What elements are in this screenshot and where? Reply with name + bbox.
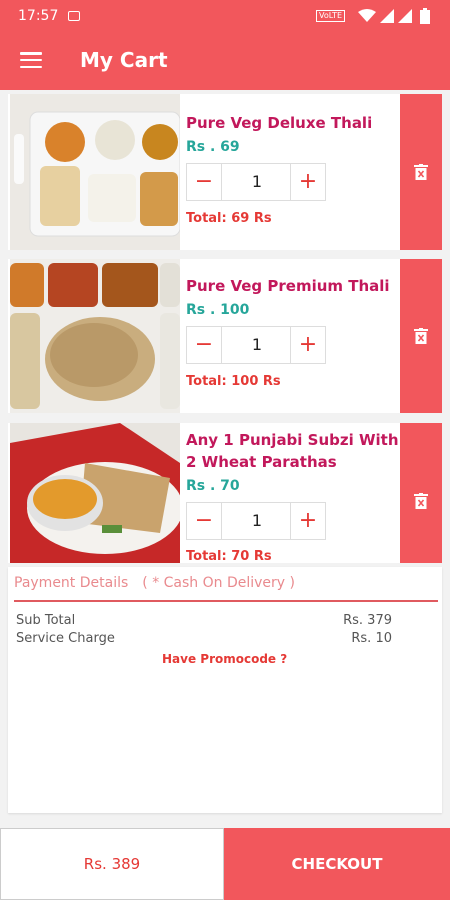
status-bar: 17:57 VoLTE [0,0,450,32]
trash-icon [414,164,428,180]
service-charge-value: Rs. 10 [351,631,392,646]
item-total: Total: 69 Rs [186,211,272,226]
checkout-button[interactable]: CHECKOUT [224,828,450,900]
delete-item-button[interactable] [400,423,442,563]
payment-mode-label: ( * Cash On Delivery ) [142,575,295,591]
menu-icon[interactable] [20,52,42,70]
bottom-bar: Rs. 389 CHECKOUT [0,828,450,900]
payment-details-card: Payment Details ( * Cash On Delivery ) Su… [8,567,442,813]
payment-heading: Payment Details ( * Cash On Delivery ) [14,575,295,591]
battery-icon [420,8,430,24]
grand-total: Rs. 389 [0,828,224,900]
decrease-button[interactable]: − [187,327,222,363]
increase-button[interactable]: + [290,327,325,363]
subtotal-label: Sub Total [16,613,76,628]
item-name: Pure Veg Premium Thali [186,277,390,295]
item-image [10,423,180,563]
image-notification-icon [68,11,80,21]
item-total: Total: 70 Rs [186,549,272,564]
status-time: 17:57 [18,8,59,24]
item-price: Rs . 70 [186,478,240,494]
item-image [10,259,180,413]
payment-details-label: Payment Details [14,575,129,591]
item-price: Rs . 100 [186,302,250,318]
item-total: Total: 100 Rs [186,374,281,389]
delete-item-button[interactable] [400,259,442,413]
promocode-link[interactable]: Have Promocode ? [162,652,287,666]
quantity-value: 1 [251,172,263,191]
service-charge-label: Service Charge [16,631,115,646]
increase-button[interactable]: + [290,503,325,539]
wifi-icon [358,9,376,22]
cart-item: Any 1 Punjabi Subzi With 2 Wheat Paratha… [8,423,442,564]
quantity-value: 1 [251,511,263,530]
divider [14,600,438,602]
quantity-stepper: − 1 + [186,502,326,540]
delete-item-button[interactable] [400,94,442,250]
app-bar: My Cart [0,32,450,90]
item-price: Rs . 69 [186,139,240,155]
page-title: My Cart [80,48,168,72]
subtotal-value: Rs. 379 [343,613,392,628]
quantity-value: 1 [251,335,263,354]
trash-icon [414,328,428,344]
volte-badge: VoLTE [316,10,346,22]
signal-icon-2 [398,9,412,23]
item-image [10,94,180,250]
cart-item: Pure Veg Deluxe Thali Rs . 69 − 1 + Tota… [8,94,442,250]
decrease-button[interactable]: − [187,503,222,539]
cart-item: Pure Veg Premium Thali Rs . 100 − 1 + To… [8,259,442,413]
quantity-stepper: − 1 + [186,326,326,364]
trash-icon [414,493,428,509]
quantity-stepper: − 1 + [186,163,326,201]
item-name: Pure Veg Deluxe Thali [186,114,373,132]
decrease-button[interactable]: − [187,164,222,200]
signal-icon [380,9,394,23]
item-name: Any 1 Punjabi Subzi With 2 Wheat Paratha… [186,431,399,471]
increase-button[interactable]: + [290,164,325,200]
